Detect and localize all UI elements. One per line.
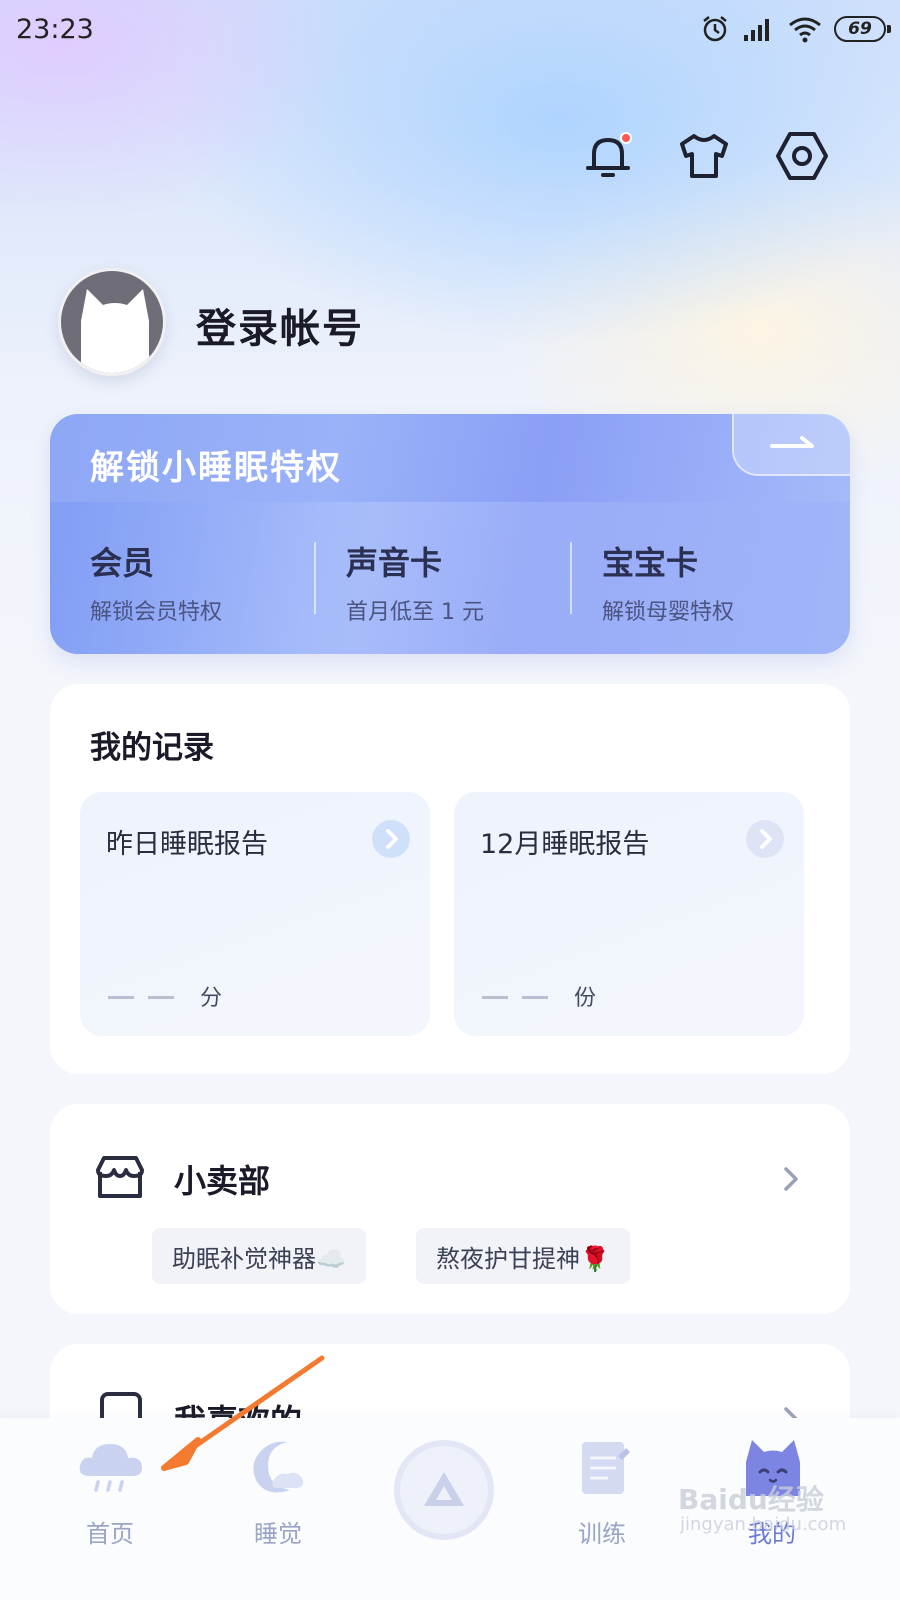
report-title: 12月睡眠报告 [480, 829, 650, 860]
shop-card[interactable]: 小卖部 助眠补觉神器☁️ 熬夜护甘提神🌹 [50, 1104, 850, 1314]
avatar[interactable] [58, 268, 166, 376]
report-title: 昨日睡眠报告 [106, 829, 268, 860]
vip-item-title: 声音卡 [346, 544, 443, 582]
watermark-brand: Baidu经验 [678, 1483, 824, 1516]
vip-divider [570, 542, 572, 614]
vip-item-title: 宝宝卡 [602, 544, 699, 582]
battery-indicator: 69 [834, 16, 891, 42]
report-unit: 分 [200, 986, 223, 1011]
shop-title: 小卖部 [174, 1162, 271, 1200]
nav-training[interactable]: 训练 [542, 1418, 662, 1600]
vip-item-title: 会员 [90, 544, 155, 582]
tshirt-icon [680, 134, 728, 178]
report-yesterday[interactable]: 昨日睡眠报告 分 [80, 792, 430, 1036]
vip-item-member[interactable]: 会员 解锁会员特权 [90, 538, 330, 626]
status-icons: 69 [700, 14, 891, 44]
nav-label: 训练 [578, 1520, 626, 1548]
signal-icon [744, 19, 769, 41]
status-bar: 23:23 69 [0, 0, 900, 62]
login-account-link[interactable]: 登录帐号 [196, 296, 364, 354]
vip-title: 解锁小睡眠特权 [90, 448, 342, 488]
vip-privilege-card[interactable]: 解锁小睡眠特权 会员 解锁会员特权 声音卡 首月低至 1 元 宝宝卡 解锁母婴特… [50, 414, 850, 654]
report-month[interactable]: 12月睡眠报告 份 [454, 792, 804, 1036]
watermark-url: jingyan.baidu.com [680, 1514, 847, 1535]
alarm-icon [703, 16, 727, 42]
wifi-icon [789, 17, 821, 43]
vip-item-baby-card[interactable]: 宝宝卡 解锁母婴特权 [602, 538, 842, 626]
score-placeholder [482, 996, 548, 999]
chevron-right-icon [746, 820, 784, 858]
vip-item-sound-card[interactable]: 声音卡 首月低至 1 元 [346, 538, 586, 626]
vip-item-subtitle: 解锁会员特权 [90, 600, 223, 625]
chevron-right-icon [372, 820, 410, 858]
outfit-button[interactable] [676, 128, 732, 184]
vip-divider [314, 542, 316, 614]
chevron-right-icon [784, 1167, 798, 1191]
shop-tag[interactable]: 熬夜护甘提神🌹 [416, 1228, 630, 1284]
notification-button[interactable] [580, 128, 636, 184]
my-records-card: 我的记录 昨日睡眠报告 分 12月睡眠报告 份 [50, 684, 850, 1074]
report-unit: 份 [574, 986, 597, 1011]
score-placeholder [108, 996, 174, 999]
shop-tag[interactable]: 助眠补觉神器☁️ [152, 1228, 366, 1284]
settings-button[interactable] [774, 128, 830, 184]
store-icon [96, 1156, 144, 1198]
vip-arrow-button[interactable] [732, 414, 850, 476]
notification-dot [620, 132, 632, 144]
gear-icon [776, 132, 828, 180]
arrow-right-icon [770, 436, 814, 448]
status-time: 23:23 [16, 14, 94, 45]
center-play-button[interactable] [394, 1440, 494, 1540]
triangle-icon [424, 1472, 464, 1506]
annotation-arrow-icon [161, 1355, 325, 1471]
records-title: 我的记录 [90, 730, 214, 766]
cloud-rain-icon [79, 1444, 142, 1492]
nav-label: 睡觉 [254, 1520, 302, 1548]
vip-item-subtitle: 解锁母婴特权 [602, 600, 735, 625]
nav-label: 首页 [86, 1520, 134, 1548]
vip-item-subtitle: 首月低至 1 元 [346, 600, 484, 625]
notebook-icon [582, 1442, 630, 1494]
